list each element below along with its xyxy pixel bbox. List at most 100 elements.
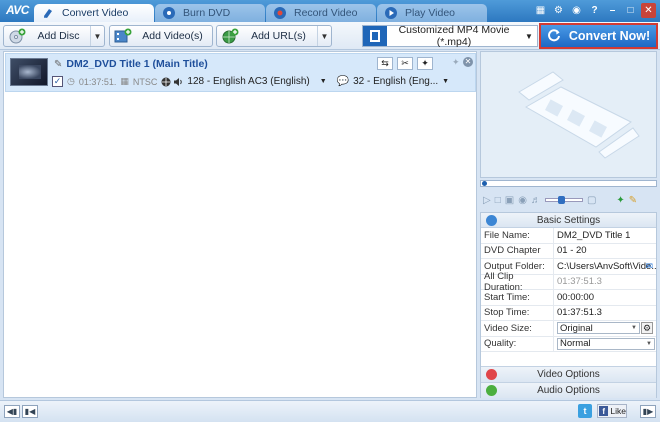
- basic-settings-header[interactable]: Basic Settings: [481, 213, 656, 228]
- video-preview: [480, 51, 657, 178]
- chevron-down-icon[interactable]: ▼: [442, 78, 449, 85]
- file-name-field[interactable]: DM2_DVD Title 1: [554, 228, 656, 243]
- minimize-icon[interactable]: –: [605, 3, 620, 18]
- clip-duration-value: 01:37:51.3: [557, 276, 602, 288]
- tab-record-video[interactable]: Record Video: [266, 4, 376, 22]
- output-folder-field[interactable]: C:\Users\AnvSoft\Vide... ✉: [554, 259, 656, 274]
- basic-settings-label: Basic Settings: [536, 214, 601, 226]
- audio-options-header[interactable]: Audio Options: [481, 382, 656, 398]
- rotate-icon[interactable]: ⇆: [377, 57, 393, 70]
- audio-track-select[interactable]: 128 - English AC3 (English): [187, 76, 309, 87]
- pin-icon[interactable]: ✦: [452, 57, 460, 68]
- snapshot-icon[interactable]: ▣: [505, 195, 514, 206]
- subtitle-select[interactable]: 32 - English (Eng...: [353, 76, 438, 87]
- pencil-icon[interactable]: ✎: [54, 59, 62, 70]
- video-size-select[interactable]: Original ▼: [557, 322, 640, 335]
- stop-icon[interactable]: □: [495, 195, 501, 206]
- tab-convert-video[interactable]: Convert Video: [34, 4, 154, 22]
- output-profile-label: Customized MP4 Movie (*.mp4): [398, 24, 510, 48]
- grid-menu-icon[interactable]: ▦: [533, 3, 548, 18]
- file-row[interactable]: ✎ DM2_DVD Title 1 (Main Title) ✓ ◷ 01:37…: [5, 53, 476, 92]
- setting-row-quality: Quality: Normal ▼: [481, 336, 656, 352]
- toggle-panel-icon[interactable]: ▮▶: [640, 405, 656, 418]
- gear-icon[interactable]: ⚙: [641, 322, 653, 334]
- facebook-icon: f: [599, 406, 609, 416]
- setting-key: File Name:: [481, 228, 554, 243]
- tab-play-video[interactable]: Play Video: [377, 4, 487, 22]
- setting-row-stop-time: Stop Time: 01:37:51.3: [481, 305, 656, 321]
- app-logo: AVC: [6, 3, 29, 17]
- folder-icon[interactable]: ✉: [645, 261, 653, 272]
- refresh-icon: [547, 28, 561, 45]
- toolbar: Add Disc ▼ Add Video(s) Add URL(s) ▼ Cus…: [0, 22, 660, 50]
- video-size-cell: Original ▼ ⚙: [554, 321, 656, 336]
- stop-time-field[interactable]: 01:37:51.3: [554, 306, 656, 321]
- chevron-down-icon: ▼: [646, 340, 652, 347]
- facebook-like-button[interactable]: f Like: [597, 404, 627, 418]
- video-standard: NTSC: [132, 76, 158, 87]
- convert-now-button[interactable]: Convert Now!: [539, 23, 658, 49]
- start-time-field[interactable]: 00:00:00: [554, 290, 656, 305]
- magic-wand-icon[interactable]: ✦: [417, 57, 433, 70]
- chevron-down-icon[interactable]: ▼: [90, 26, 104, 46]
- file-list[interactable]: ✎ DM2_DVD Title 1 (Main Title) ✓ ◷ 01:37…: [3, 51, 477, 398]
- chevron-down-icon[interactable]: ▼: [317, 26, 331, 46]
- quality-select[interactable]: Normal ▼: [557, 337, 655, 350]
- window-controls: ▦ ⚙ ◉ ? – □ ✕: [533, 3, 656, 18]
- skin-icon[interactable]: ◉: [569, 3, 584, 18]
- add-videos-button[interactable]: Add Video(s): [109, 25, 213, 47]
- video-thumbnail: [10, 58, 48, 86]
- setting-row-start-time: Start Time: 00:00:00: [481, 290, 656, 306]
- audio-options-label: Audio Options: [537, 385, 600, 396]
- volume-icon[interactable]: ♬: [531, 195, 541, 206]
- collapse-left-icon[interactable]: ◀▮: [4, 405, 20, 418]
- tab-burn-dvd[interactable]: Burn DVD: [155, 4, 265, 22]
- scissors-icon[interactable]: ✂: [397, 57, 413, 70]
- video-options-header[interactable]: Video Options: [481, 366, 656, 382]
- effect-wand-icon[interactable]: ✎: [629, 195, 637, 206]
- dvd-chapter-field[interactable]: 01 - 20: [554, 244, 656, 259]
- setting-row-video-size: Video Size: Original ▼ ⚙: [481, 321, 656, 337]
- tab-label: Burn DVD: [183, 7, 231, 19]
- file-checkbox[interactable]: ✓: [52, 76, 63, 87]
- add-url-icon: [220, 27, 240, 45]
- close-icon[interactable]: ✕: [463, 57, 473, 67]
- help-icon[interactable]: ?: [587, 3, 602, 18]
- add-urls-label: Add URL(s): [251, 30, 306, 42]
- setting-row-dvd-chapter: DVD Chapter 01 - 20: [481, 243, 656, 259]
- add-videos-label: Add Video(s): [142, 30, 203, 42]
- setting-row-file-name: File Name: DM2_DVD Title 1: [481, 228, 656, 244]
- burn-dvd-icon: [163, 7, 175, 19]
- add-disc-button[interactable]: Add Disc ▼: [3, 25, 105, 47]
- like-label: Like: [610, 406, 626, 416]
- file-title-text: DM2_DVD Title 1 (Main Title): [66, 58, 208, 70]
- file-title[interactable]: ✎ DM2_DVD Title 1 (Main Title): [54, 58, 208, 70]
- convert-video-icon: [42, 7, 54, 19]
- crop-icon[interactable]: ✦: [616, 195, 624, 206]
- add-urls-button[interactable]: Add URL(s) ▼: [216, 25, 332, 47]
- gear-icon[interactable]: ⚙: [551, 3, 566, 18]
- output-profile-select[interactable]: Customized MP4 Movie (*.mp4) ▼: [362, 24, 538, 48]
- chevron-down-icon[interactable]: ▼: [320, 78, 327, 85]
- chevron-down-icon: ▼: [631, 325, 637, 332]
- status-bar: ◀▮ ▮◀ t f Like ▮▶: [0, 400, 660, 422]
- film-icon: [363, 26, 387, 46]
- expand-panel-icon[interactable]: ▮◀: [22, 405, 38, 418]
- seek-handle[interactable]: [482, 181, 487, 186]
- twitter-icon[interactable]: t: [578, 404, 592, 418]
- add-disc-label: Add Disc: [37, 30, 80, 42]
- maximize-icon[interactable]: □: [623, 3, 638, 18]
- chevron-down-icon[interactable]: ▼: [521, 32, 537, 41]
- fullscreen-icon[interactable]: ▢: [587, 195, 596, 206]
- play-icon[interactable]: ▷: [483, 195, 491, 206]
- camera-icon[interactable]: ◉: [518, 195, 527, 206]
- setting-row-clip-duration: All Clip Duration: 01:37:51.3: [481, 271, 656, 293]
- wrench-icon: [486, 214, 497, 226]
- volume-handle[interactable]: [557, 196, 565, 204]
- tab-label: Record Video: [294, 7, 358, 19]
- film-strip-icon: ▦: [120, 76, 129, 86]
- record-video-icon: [274, 7, 286, 19]
- close-icon[interactable]: ✕: [641, 3, 656, 18]
- seek-bar[interactable]: [480, 180, 657, 187]
- volume-slider[interactable]: [544, 196, 583, 204]
